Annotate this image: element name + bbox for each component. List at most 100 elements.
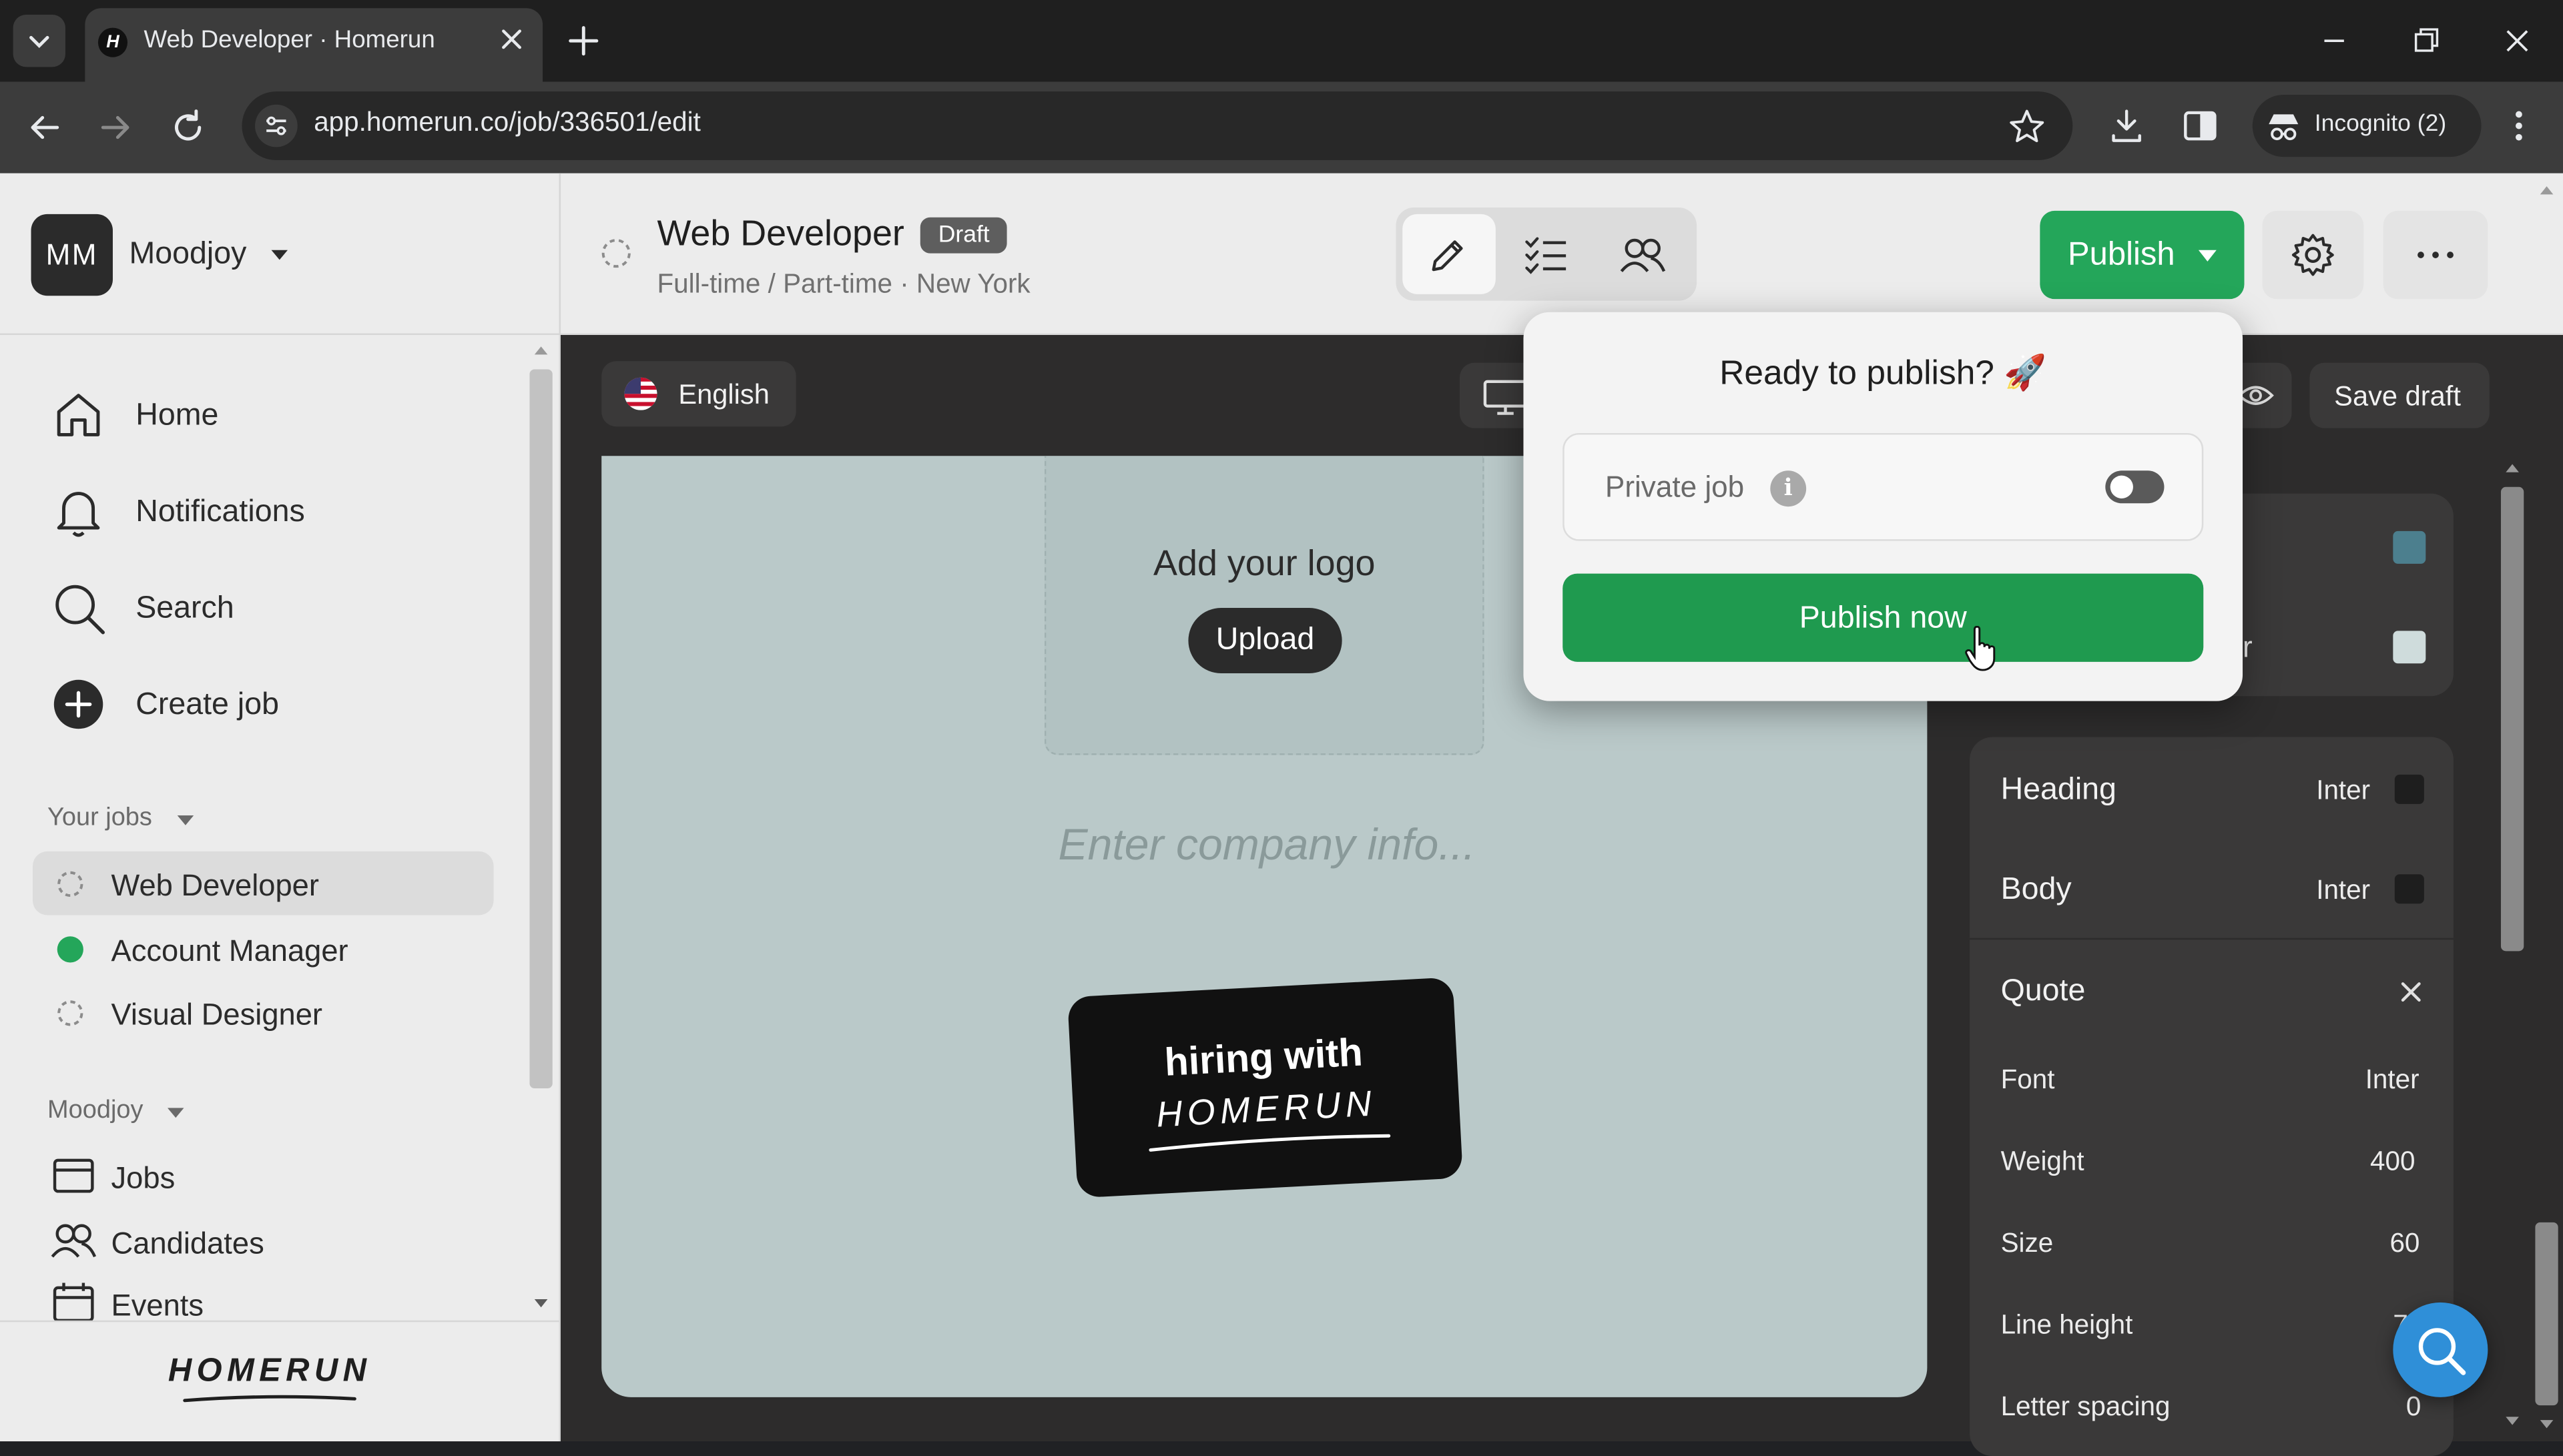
search-icon [2418,1328,2466,1375]
home-icon [57,394,100,436]
published-status-icon [57,936,83,963]
save-draft-label: Save draft [2334,380,2461,412]
candidates-icon [1620,238,1666,272]
minimize-icon [2324,39,2344,43]
scroll-down-arrow-icon [2540,1420,2554,1429]
sidebar-footer-divider [0,1320,559,1323]
hiring-with-homerun-badge[interactable]: hiring with HOMERUN [1067,977,1463,1198]
color-swatch-light[interactable] [2393,631,2426,664]
your-jobs-section-toggle[interactable]: Your jobs [47,801,227,837]
draft-status-icon [601,239,631,268]
tab-search-button[interactable] [13,15,65,67]
arrow-right-icon [101,115,129,139]
job-item-account-manager[interactable]: Account Manager [46,917,487,981]
restore-button[interactable] [2403,19,2449,62]
language-selector[interactable]: English [601,361,796,427]
sidebar-divider [0,333,559,336]
private-job-toggle[interactable] [2105,470,2165,504]
mouse-cursor-icon [1965,625,1996,671]
application-form-view-button[interactable] [1500,214,1591,294]
sidebar-item-jobs[interactable]: Jobs [46,1144,487,1206]
close-quote-settings-button[interactable] [2395,976,2428,1008]
checklist-icon [1525,237,1567,274]
reload-button[interactable] [164,103,212,151]
bookmark-star-button[interactable] [2004,105,2050,151]
us-flag-icon [624,377,657,410]
size-setting-value[interactable]: 60 [2389,1229,2419,1260]
sidebar-item-search[interactable]: Search [46,575,487,641]
sidebar-item-label: Jobs [111,1160,176,1195]
gear-icon [2291,234,2334,276]
publish-popover-title: Ready to publish? 🚀 [1719,354,2047,392]
private-job-row: Private job i [1562,432,2204,541]
scroll-up-arrow-icon [534,346,548,355]
more-options-button[interactable] [2383,210,2488,300]
private-job-info-icon[interactable]: i [1770,470,1807,507]
candidates-icon [51,1224,97,1258]
page-scrollbar[interactable] [2530,173,2563,1441]
browser-menu-button[interactable] [2501,103,2537,149]
floating-search-button[interactable] [2393,1302,2488,1397]
sidebar-item-create-job[interactable]: Create job [46,672,487,737]
close-icon [2401,982,2421,1002]
upload-logo-button[interactable]: Upload [1188,608,1342,673]
scroll-up-arrow-icon [2506,464,2519,472]
new-tab-button[interactable] [562,19,605,62]
moodjoy-section-toggle[interactable]: Moodjoy [47,1093,227,1129]
back-button[interactable] [19,103,68,151]
sidebar-scrollbar-thumb[interactable] [529,369,553,1089]
heading-color-swatch[interactable] [2394,774,2424,804]
weight-setting-value[interactable]: 400 [2370,1147,2415,1178]
sidebar-item-label: Home [135,398,219,433]
color-swatch-teal[interactable] [2393,530,2426,564]
body-color-swatch[interactable] [2394,874,2424,904]
job-item-web-developer[interactable]: Web Developer [46,851,487,916]
heading-style-label[interactable]: Heading [2001,773,2116,809]
chevron-down-icon [29,35,49,49]
company-info-field[interactable]: Enter company info... [915,820,1618,871]
close-window-button[interactable] [2494,19,2540,62]
reload-icon [175,109,202,141]
sidebar-item-events[interactable]: Events [46,1273,487,1322]
job-item-label: Web Developer [111,867,319,902]
minimize-button[interactable] [2311,19,2357,62]
edit-view-button[interactable] [1402,214,1496,294]
job-settings-button[interactable] [2262,210,2364,300]
site-info-icon[interactable] [255,104,298,147]
scroll-up-arrow-icon [2540,186,2554,195]
desktop-preview-button[interactable] [1459,362,1532,428]
sidebar-item-label: Create job [135,688,279,723]
forward-button[interactable] [91,103,140,151]
workspace-switcher[interactable]: MM Moodjoy [31,214,309,296]
font-setting-value[interactable]: Inter [2365,1066,2419,1097]
sidebar-scrollbar[interactable] [527,343,556,1321]
status-badge: Draft [920,217,1008,254]
letter-spacing-setting-value[interactable]: 0 [2406,1393,2422,1424]
scroll-down-arrow-icon [534,1299,548,1308]
save-draft-button[interactable]: Save draft [2309,362,2490,428]
line-height-setting-label: Line height [2000,1311,2133,1341]
homerun-logo: HOMERUN [147,1353,392,1412]
job-title[interactable]: Web Developer [657,212,904,255]
plus-circle-icon [53,679,103,729]
sidebar-item-home[interactable]: Home [46,382,487,448]
plus-icon [569,26,599,56]
close-tab-button[interactable] [494,21,530,57]
editor-scrollbar[interactable] [2498,458,2527,1435]
sidebar-item-candidates[interactable]: Candidates [46,1209,487,1271]
close-icon [502,29,521,49]
star-icon [2010,109,2044,143]
page-scrollbar-thumb[interactable] [2535,1222,2558,1406]
logo-dropzone[interactable] [1044,456,1484,755]
publish-now-button[interactable]: Publish now [1562,573,2204,662]
job-meta: Full-time / Part-time · New York [657,270,1031,300]
editor-scrollbar-thumb[interactable] [2500,486,2524,952]
downloads-button[interactable] [2104,103,2150,149]
side-panel-button[interactable] [2177,103,2223,149]
sidebar-item-notifications[interactable]: Notifications [46,479,487,544]
body-style-label[interactable]: Body [2001,873,2072,909]
candidates-view-button[interactable] [1597,214,1691,294]
publish-button[interactable]: Publish [2040,210,2245,300]
job-item-visual-designer[interactable]: Visual Designer [46,980,487,1044]
arrow-left-icon [31,115,59,139]
